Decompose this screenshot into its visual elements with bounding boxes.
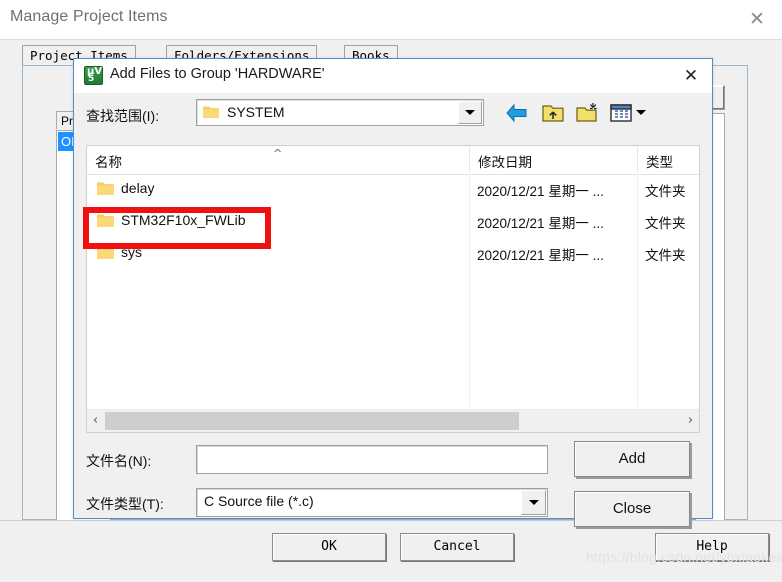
file-date-cell: 2020/12/21 星期一 ... [477,216,604,231]
chevron-down-icon[interactable] [636,110,646,115]
cancel-button[interactable]: Cancel [400,533,514,561]
close-icon[interactable]: ✕ [744,8,770,32]
chevron-down-icon[interactable] [521,490,546,515]
column-header-type[interactable]: 类型 [637,146,699,173]
scrollbar-thumb[interactable] [105,412,519,430]
look-in-label: 查找范围(I): [86,108,160,124]
main-window-titlebar: Manage Project Items ✕ [0,0,782,39]
close-button[interactable]: Close [574,491,690,527]
new-folder-icon[interactable] [574,100,600,126]
page-title: Manage Project Items [10,8,168,25]
file-type-cell: 文件夹 [645,216,686,231]
watermark-text: https://blog.csdn.net/ybxiaokeai [586,549,782,565]
add-files-dialog: µV 5 Add Files to Group 'HARDWARE' ✕ 查找范… [73,58,713,527]
folder-icon [97,182,114,195]
file-type-cell: 文件夹 [645,248,686,263]
folder-icon [203,106,219,118]
look-in-combobox[interactable]: SYSTEM [196,99,484,126]
uvision-icon-vs: 5 [88,74,95,84]
look-in-row: 查找范围(I): SYSTEM [74,93,712,141]
views-icon[interactable] [608,100,634,126]
look-in-value: SYSTEM [227,104,285,120]
file-type-value: C Source file (*.c) [204,493,314,509]
file-date-cell: 2020/12/21 星期一 ... [477,184,604,199]
file-name-cell: delay [121,180,155,196]
horizontal-scrollbar[interactable]: ‹ › [87,409,699,432]
file-date-cell: 2020/12/21 星期一 ... [477,248,604,263]
file-list-header: 名称 修改日期 类型 ^ [87,146,699,175]
sort-ascending-icon: ^ [273,147,283,160]
chevron-down-icon[interactable] [458,101,482,124]
file-type-cell: 文件夹 [645,184,686,199]
file-name-input[interactable] [196,445,548,474]
file-list[interactable]: 名称 修改日期 类型 ^ delay 2020/12/21 星期一 ... 文件… [86,145,700,433]
dialog-title: Add Files to Group 'HARDWARE' [110,66,325,82]
add-button[interactable]: Add [574,441,690,477]
file-type-combobox[interactable]: C Source file (*.c) [196,488,548,517]
scroll-left-icon[interactable]: ‹ [87,410,104,432]
dialog-titlebar: µV 5 Add Files to Group 'HARDWARE' ✕ [74,59,712,94]
column-header-date[interactable]: 修改日期 [469,146,637,173]
scroll-right-icon[interactable]: › [682,410,699,432]
back-arrow-icon[interactable] [504,100,530,126]
close-icon[interactable]: ✕ [678,64,704,88]
table-row[interactable]: delay 2020/12/21 星期一 ... 文件夹 [87,176,699,204]
ok-button[interactable]: OK [272,533,386,561]
file-type-label: 文件类型(T): [86,496,164,512]
highlight-annotation [83,207,271,249]
file-name-label: 文件名(N): [86,453,152,469]
uvision-icon: µV 5 [84,66,103,85]
up-folder-icon[interactable] [540,100,566,126]
